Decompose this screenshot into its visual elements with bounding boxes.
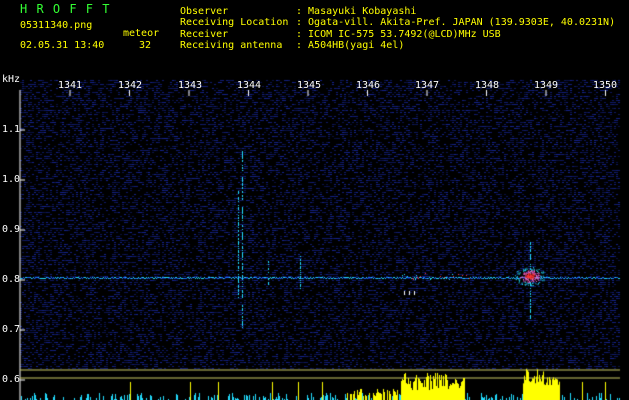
minute-tick-1345: 1345 — [297, 80, 322, 91]
app-title: H R O F F T — [20, 2, 111, 16]
freq-tick-0-6: 0.6 — [2, 374, 21, 385]
antenna-label: Receiving antenna — [180, 40, 283, 51]
location-value: : Ogata-vill. Akita-Pref. JAPAN (139.930… — [296, 17, 616, 28]
observer-label: Observer — [180, 6, 229, 17]
receiver-label: Receiver — [180, 29, 229, 40]
observer-value: : Masayuki Kobayashi — [296, 6, 417, 17]
minute-tick-1346: 1346 — [356, 80, 381, 91]
freq-tick-0-9: 0.9 — [2, 224, 21, 235]
minute-tick-1349: 1349 — [534, 80, 559, 91]
file-name: 05311340.png — [20, 20, 93, 31]
axis-unit-label: kHz — [2, 74, 21, 85]
minute-tick-1350: 1350 — [593, 80, 618, 91]
spectrogram-canvas — [0, 0, 629, 400]
minute-tick-1343: 1343 — [178, 80, 203, 91]
minute-tick-1344: 1344 — [237, 80, 262, 91]
minute-tick-1347: 1347 — [415, 80, 440, 91]
freq-tick-1-1: 1.1 — [2, 124, 21, 135]
meteor-label: meteor — [123, 28, 160, 39]
hrofft-screen: H R O F F T 05311340.png meteor 02.05.31… — [0, 0, 629, 400]
freq-tick-0-8: 0.8 — [2, 274, 21, 285]
antenna-value: : A504HB(yagi 4el) — [296, 40, 405, 51]
date-time: 02.05.31 13:40 — [20, 40, 105, 51]
meteor-count: 32 — [139, 40, 152, 51]
minute-tick-1348: 1348 — [475, 80, 500, 91]
minute-tick-1341: 1341 — [58, 80, 83, 91]
minute-tick-1342: 1342 — [118, 80, 143, 91]
receiver-value: : ICOM IC-575 53.7492(@LCD)MHz USB — [296, 29, 501, 40]
location-label: Receiving Location — [180, 17, 289, 28]
freq-tick-0-7: 0.7 — [2, 324, 21, 335]
freq-tick-1-0: 1.0 — [2, 174, 21, 185]
